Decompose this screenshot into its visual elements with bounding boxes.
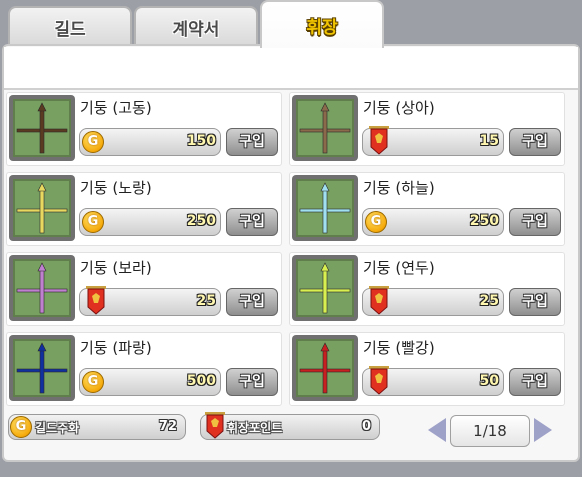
item-card: 기둥 (상아) 15 구입: [289, 92, 565, 166]
price-bar: 250 G: [362, 208, 504, 236]
coin-icon: G: [82, 211, 104, 233]
emblem-points-value: 0: [361, 419, 371, 434]
buy-button[interactable]: 구입: [509, 128, 561, 156]
prev-page-arrow[interactable]: [428, 418, 446, 442]
item-name: 기둥 (연두): [363, 259, 435, 277]
tab-emblem[interactable]: 휘장: [260, 0, 384, 48]
coin-icon: G: [82, 131, 104, 153]
banner-icon: [205, 412, 225, 439]
item-card: 기둥 (하늘) 250 G 구입: [289, 172, 565, 246]
price-bar: 15: [362, 126, 504, 156]
tab-contract[interactable]: 계약서: [134, 6, 258, 46]
item-price: 150: [186, 133, 216, 149]
item-name: 기둥 (빨강): [363, 339, 435, 357]
buy-button[interactable]: 구입: [226, 368, 278, 396]
item-card: 기둥 (연두) 25 구입: [289, 252, 565, 326]
buy-button[interactable]: 구입: [509, 368, 561, 396]
pillar-icon: [292, 175, 358, 241]
buy-button[interactable]: 구입: [226, 208, 278, 236]
item-price: 250: [186, 213, 216, 229]
banner-icon: [369, 126, 389, 155]
coin-icon: G: [82, 371, 104, 393]
sub-header-bar: [4, 47, 578, 90]
banner-icon: [369, 366, 389, 395]
item-card: 기둥 (빨강) 50 구입: [289, 332, 565, 406]
price-bar: 250 G: [79, 208, 221, 236]
pillar-icon: [9, 335, 75, 401]
pillar-icon: [292, 335, 358, 401]
item-name: 기둥 (파랑): [80, 339, 152, 357]
pillar-icon: [9, 175, 75, 241]
banner-icon: [86, 286, 106, 315]
emblem-points-box: 휘장포인트 0: [200, 412, 380, 440]
price-bar: 25: [362, 286, 504, 316]
buy-button[interactable]: 구입: [226, 288, 278, 316]
price-bar: 150 G: [79, 128, 221, 156]
item-name: 기둥 (노랑): [80, 179, 152, 197]
item-name: 기둥 (상아): [363, 99, 435, 117]
item-price: 250: [469, 213, 499, 229]
item-name: 기둥 (하늘): [363, 179, 435, 197]
guild-currency-label: 길드주화: [35, 421, 80, 435]
buy-button[interactable]: 구입: [226, 128, 278, 156]
item-price: 15: [479, 133, 499, 149]
coin-icon: G: [365, 211, 387, 233]
next-page-arrow[interactable]: [534, 418, 552, 442]
pillar-icon: [292, 95, 358, 161]
item-price: 25: [196, 293, 216, 309]
item-card: 기둥 (파랑) 500 G 구입: [6, 332, 282, 406]
item-card: 기둥 (노랑) 250 G 구입: [6, 172, 282, 246]
price-bar: 50: [362, 366, 504, 396]
tab-guild[interactable]: 길드: [8, 6, 132, 46]
pillar-icon: [292, 255, 358, 321]
item-card: 기둥 (고동) 150 G 구입: [6, 92, 282, 166]
price-bar: 500 G: [79, 368, 221, 396]
pillar-icon: [9, 95, 75, 161]
page-indicator: 1/18: [450, 415, 530, 447]
item-price: 500: [186, 373, 216, 389]
item-name: 기둥 (고동): [80, 99, 152, 117]
price-bar: 25: [79, 286, 221, 316]
guild-currency-value: 72: [158, 419, 177, 434]
item-card: 기둥 (보라) 25 구입: [6, 252, 282, 326]
guild-currency-box: G 길드주화 72: [8, 414, 186, 440]
item-price: 25: [479, 293, 499, 309]
item-name: 기둥 (보라): [80, 259, 152, 277]
buy-button[interactable]: 구입: [509, 208, 561, 236]
emblem-points-label: 휘장포인트: [227, 421, 283, 435]
coin-icon: G: [10, 416, 32, 438]
buy-button[interactable]: 구입: [509, 288, 561, 316]
pillar-icon: [9, 255, 75, 321]
banner-icon: [369, 286, 389, 315]
item-price: 50: [479, 373, 499, 389]
